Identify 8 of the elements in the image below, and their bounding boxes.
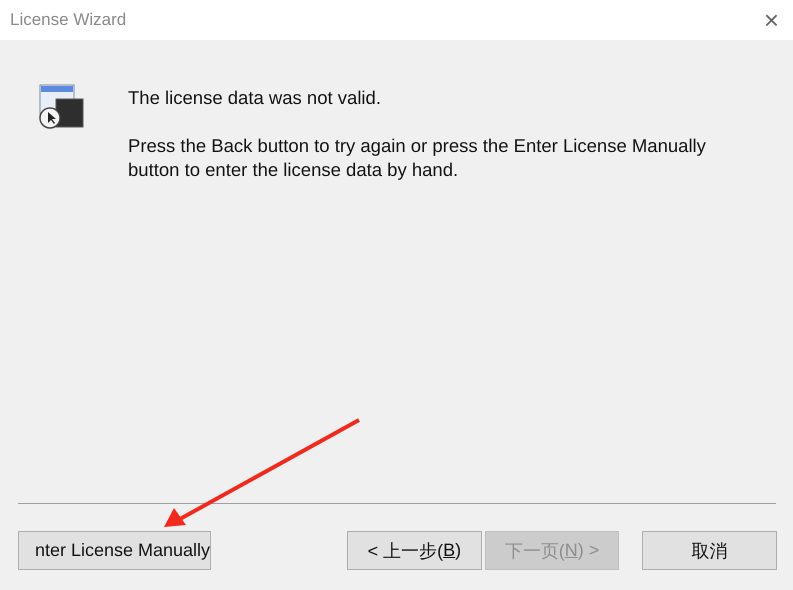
cancel-button[interactable]: 取消 — [642, 531, 778, 570]
window-title: License Wizard — [10, 10, 126, 30]
window-lock-icon — [38, 84, 84, 130]
close-button[interactable]: × — [760, 7, 783, 33]
back-button[interactable]: < 上一步(B) — [347, 531, 482, 570]
instruction-text: Press the Back button to try again or press the Enter License Manually button to enter the license data by hand. — [128, 134, 707, 182]
enter-license-manually-button[interactable]: nter License Manually — [18, 531, 212, 570]
error-heading: The license data was not valid. — [128, 86, 382, 110]
